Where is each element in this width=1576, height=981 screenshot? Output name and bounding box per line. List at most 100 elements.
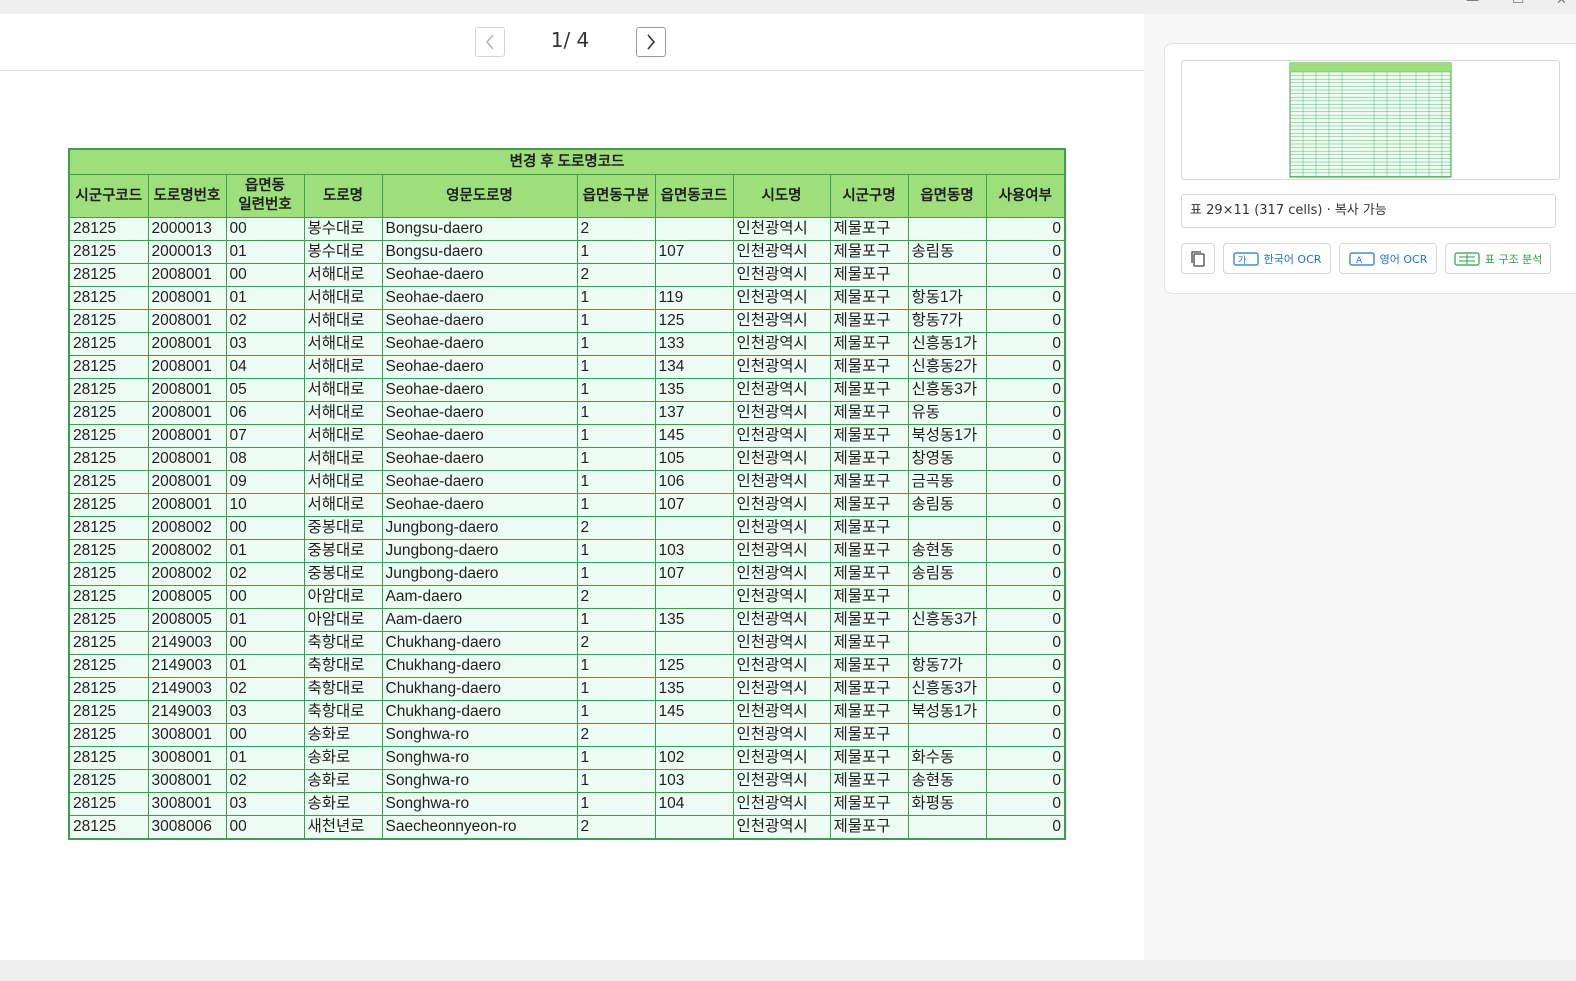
table-cell: 28125 — [68, 654, 149, 678]
table-cell: 제물포구 — [829, 470, 909, 494]
table-cell — [907, 516, 987, 540]
table-cell: 28125 — [68, 631, 149, 655]
table-row: 28125 2008001 04 서해대로 Seohae-daero 1 134 인천광역시 제… — [68, 355, 1066, 379]
table-cell: 2008001 — [147, 493, 227, 517]
table-cell: Chukhang-daero — [381, 654, 578, 678]
column-header: 읍면동 일련번호 — [225, 174, 305, 218]
table-thumbnail[interactable] — [1181, 60, 1560, 180]
table-cell: 05 — [225, 378, 305, 402]
table-cell: Aam-daero — [381, 608, 578, 632]
table-cell: 중봉대로 — [303, 539, 383, 563]
english-ocr-label: 영어 OCR — [1379, 252, 1428, 266]
table-cell: Songhwa-ro — [381, 792, 578, 816]
close-icon[interactable]: ✕ — [1556, 0, 1567, 8]
table-row: 28125 2008001 00 서해대로 Seohae-daero 2 인천광역시 제물포구… — [68, 263, 1066, 287]
table-cell: 1 — [576, 792, 656, 816]
table-cell: 2008002 — [147, 562, 227, 586]
english-ocr-button[interactable]: A 영어 OCR — [1339, 243, 1437, 274]
table-structure-analysis-button[interactable]: 표 구조 분석 — [1445, 243, 1551, 274]
table-cell: Seohae-daero — [381, 263, 578, 287]
table-cell: 103 — [654, 769, 734, 793]
table-cell: 송화로 — [303, 769, 383, 793]
table-cell: 28125 — [68, 608, 149, 632]
table-cell: 서해대로 — [303, 401, 383, 425]
table-cell: Bongsu-daero — [381, 240, 578, 264]
table-cell: 107 — [654, 493, 734, 517]
table-cell: 서해대로 — [303, 309, 383, 333]
table-cell: 2008001 — [147, 424, 227, 448]
table-cell: 01 — [225, 240, 305, 264]
table-cell: 08 — [225, 447, 305, 471]
table-cell: 축항대로 — [303, 700, 383, 724]
table-row: 28125 2008001 05 서해대로 Seohae-daero 1 135 인천광역시 제… — [68, 378, 1066, 402]
table-cell: 1 — [576, 470, 656, 494]
table-cell: 제물포구 — [829, 309, 909, 333]
table-cell: 02 — [225, 769, 305, 793]
table-cell: 서해대로 — [303, 378, 383, 402]
table-cell: 135 — [654, 378, 734, 402]
table-cell: 인천광역시 — [732, 539, 831, 563]
table-cell: 인천광역시 — [732, 263, 831, 287]
table-cell: 제물포구 — [829, 286, 909, 310]
copy-button[interactable] — [1181, 243, 1215, 274]
table-cell: 28125 — [68, 815, 149, 840]
table-cell: 항동1가 — [907, 286, 987, 310]
table-cell: 09 — [225, 470, 305, 494]
table-cell: 0 — [985, 286, 1066, 310]
table-cell: 0 — [985, 263, 1066, 287]
table-info-text[interactable]: 표 29×11 (317 cells) · 복사 가능 — [1181, 194, 1556, 228]
table-cell: 1 — [576, 493, 656, 517]
table-cell: 축항대로 — [303, 654, 383, 678]
table-cell: 28125 — [68, 746, 149, 770]
table-cell: 제물포구 — [829, 769, 909, 793]
table-cell: 1 — [576, 309, 656, 333]
previous-page-button[interactable] — [475, 27, 505, 57]
table-cell: 2149003 — [147, 700, 227, 724]
window-titlebar: — ▭ ✕ — [0, 0, 1576, 14]
table-body: 28125 2000013 00 봉수대로 Bongsu-daero 2 인천광역시 제물포구… — [68, 217, 1066, 840]
table-cell: 인천광역시 — [732, 769, 831, 793]
table-cell: 인천광역시 — [732, 286, 831, 310]
restore-icon[interactable]: ▭ — [1512, 0, 1524, 8]
column-header: 읍면동명 — [907, 174, 987, 218]
table-cell: 28125 — [68, 700, 149, 724]
table-cell — [654, 585, 734, 609]
table-cell: 2000013 — [147, 240, 227, 264]
table-cell: 135 — [654, 608, 734, 632]
korean-ocr-button[interactable]: 가 한국어 OCR — [1223, 243, 1331, 274]
table-cell: 28125 — [68, 585, 149, 609]
table-cell: 28125 — [68, 240, 149, 264]
table-cell — [654, 263, 734, 287]
table-cell: 2 — [576, 516, 656, 540]
table-cell: 10 — [225, 493, 305, 517]
table-cell: 28125 — [68, 355, 149, 379]
column-header: 사용여부 — [985, 174, 1066, 218]
table-cell: 28125 — [68, 723, 149, 747]
table-cell: 인천광역시 — [732, 332, 831, 356]
table-cell: 제물포구 — [829, 424, 909, 448]
table-cell: 화수동 — [907, 746, 987, 770]
table-cell: 신흥동3가 — [907, 378, 987, 402]
table-cell: 0 — [985, 516, 1066, 540]
table-analysis-icon — [1454, 251, 1480, 266]
table-cell: 2 — [576, 217, 656, 241]
table-cell: 0 — [985, 815, 1066, 840]
table-row: 28125 2149003 02 축항대로 Chukhang-daero 1 135 인천광역… — [68, 677, 1066, 701]
table-cell: 00 — [225, 263, 305, 287]
table-cell: 북성동1가 — [907, 700, 987, 724]
next-page-button[interactable] — [636, 27, 666, 57]
table-cell: 145 — [654, 424, 734, 448]
table-cell: 신흥동3가 — [907, 677, 987, 701]
table-cell: 인천광역시 — [732, 792, 831, 816]
table-cell: 신흥동3가 — [907, 608, 987, 632]
table-cell: 인천광역시 — [732, 723, 831, 747]
table-cell: 01 — [225, 746, 305, 770]
table-cell: Songhwa-ro — [381, 746, 578, 770]
table-cell: Seohae-daero — [381, 355, 578, 379]
table-cell: 28125 — [68, 562, 149, 586]
table-cell: 04 — [225, 355, 305, 379]
minimize-icon[interactable]: — — [1466, 0, 1479, 8]
table-row: 28125 2008001 09 서해대로 Seohae-daero 1 106 인천광역시 제… — [68, 470, 1066, 494]
table-cell: 인천광역시 — [732, 608, 831, 632]
table-cell: 02 — [225, 562, 305, 586]
